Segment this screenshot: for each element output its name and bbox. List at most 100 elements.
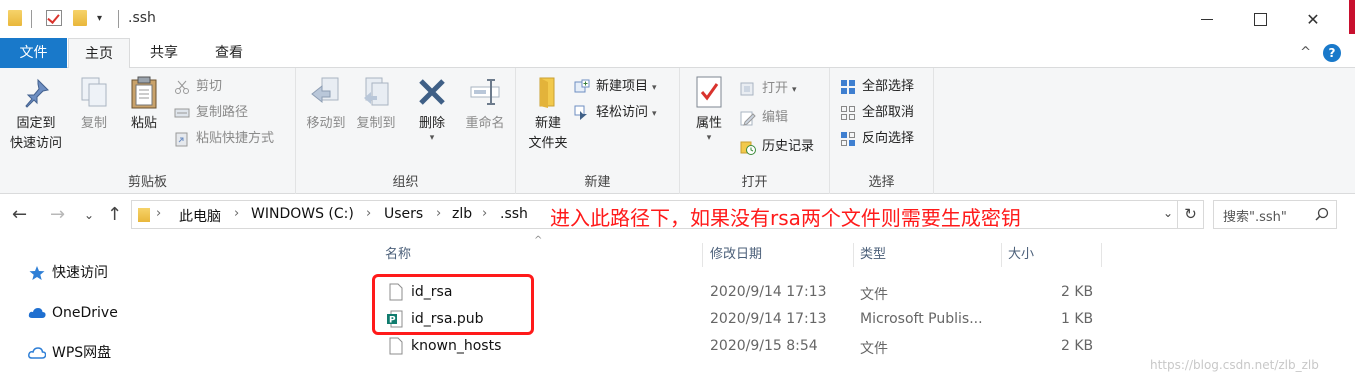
nav-label-onedrive: OneDrive bbox=[52, 305, 118, 321]
properties-button[interactable]: 属性 ▾ bbox=[686, 74, 732, 143]
nav-item-onedrive[interactable]: OneDrive bbox=[28, 302, 118, 324]
rename-button[interactable]: 重命名 bbox=[458, 74, 512, 134]
properties-check-icon[interactable] bbox=[46, 10, 62, 26]
copy-button[interactable]: 复制 bbox=[72, 74, 116, 134]
pin-label-line2: 快速访问 bbox=[9, 136, 62, 151]
red-highlight-box bbox=[372, 274, 534, 335]
file-size: 2 KB bbox=[1061, 284, 1094, 300]
title-bar: ▾ .ssh ✕ bbox=[0, 0, 1355, 38]
chevron-down-icon: ▾ bbox=[792, 85, 797, 95]
back-arrow-icon[interactable]: ← bbox=[12, 204, 27, 225]
file-icon bbox=[389, 337, 403, 355]
tab-home[interactable]: 主页 bbox=[68, 38, 130, 69]
select-all-label: 全部选择 bbox=[862, 79, 915, 94]
maximize-button[interactable] bbox=[1234, 0, 1286, 38]
file-type: 文件 bbox=[860, 287, 888, 303]
file-size: 2 KB bbox=[1061, 338, 1094, 354]
history-label: 历史记录 bbox=[762, 139, 815, 154]
column-header-size[interactable]: 大小 bbox=[1002, 243, 1102, 267]
breadcrumb-drive-c[interactable]: WINDOWS (C:) bbox=[251, 206, 354, 222]
help-icon[interactable]: ? bbox=[1323, 44, 1341, 62]
new-item-label: 新建项目 bbox=[596, 79, 649, 94]
breadcrumb-this-pc[interactable]: 此电脑 bbox=[179, 206, 221, 226]
breadcrumb-zlb[interactable]: zlb bbox=[452, 206, 472, 222]
paste-icon bbox=[126, 74, 162, 110]
wps-cloud-icon bbox=[28, 347, 46, 359]
nav-item-wps-drive[interactable]: WPS网盘 bbox=[28, 342, 111, 364]
pin-label-line1: 固定到 bbox=[16, 116, 56, 131]
properties-label: 属性 bbox=[695, 116, 722, 131]
group-label-clipboard: 剪贴板 bbox=[127, 175, 167, 190]
file-date: 2020/9/14 17:13 bbox=[710, 284, 827, 300]
forward-arrow-icon[interactable]: → bbox=[50, 204, 65, 225]
new-folder-button[interactable]: 新建 文件夹 bbox=[520, 74, 576, 154]
recent-locations-chevron-icon[interactable]: ⌄ bbox=[84, 208, 94, 222]
copy-path-label: 复制路径 bbox=[196, 105, 249, 120]
quick-access-dropdown-icon[interactable]: ▾ bbox=[97, 13, 102, 24]
breadcrumb-ssh[interactable]: .ssh bbox=[500, 206, 528, 222]
nav-label-wps-drive: WPS网盘 bbox=[52, 345, 112, 361]
select-all-icon bbox=[841, 80, 855, 94]
address-bar[interactable]: › 此电脑 › WINDOWS (C:) › Users › zlb › .ss… bbox=[131, 200, 1204, 230]
nav-item-quick-access[interactable]: 快速访问 bbox=[28, 262, 108, 284]
select-all-button[interactable]: 全部选择 bbox=[840, 76, 914, 98]
open-button[interactable]: 打开 ▾ bbox=[740, 78, 797, 100]
cut-button[interactable]: 剪切 bbox=[174, 76, 222, 98]
column-header-name[interactable]: 名称 bbox=[379, 243, 703, 267]
annotation-text: 进入此路径下，如果没有rsa两个文件则需要生成密钥 bbox=[550, 206, 1021, 230]
close-button[interactable]: ✕ bbox=[1287, 0, 1339, 38]
pin-to-quick-access-button[interactable]: 固定到 快速访问 bbox=[4, 74, 68, 154]
cut-label: 剪切 bbox=[196, 79, 223, 94]
copy-label: 复制 bbox=[80, 116, 107, 131]
table-row[interactable]: known_hosts 2020/9/15 8:54 文件 2 KB bbox=[381, 334, 1101, 360]
new-folder-label-line2: 文件夹 bbox=[528, 136, 568, 151]
refresh-icon[interactable]: ↻ bbox=[1177, 201, 1203, 228]
move-to-icon bbox=[308, 74, 344, 110]
rename-label: 重命名 bbox=[465, 116, 505, 131]
divider bbox=[31, 10, 32, 28]
ribbon-tabs: 文件 主页 共享 查看 ^ ? bbox=[0, 38, 1355, 69]
easy-access-button[interactable]: 轻松访问 ▾ bbox=[574, 102, 657, 124]
chevron-down-icon: ▾ bbox=[429, 133, 435, 143]
easy-access-icon bbox=[574, 105, 587, 120]
new-folder-label-line1: 新建 bbox=[534, 116, 561, 131]
paste-shortcut-icon bbox=[175, 132, 188, 147]
collapse-ribbon-icon[interactable]: ^ bbox=[1300, 45, 1311, 60]
search-input[interactable]: 搜索".ssh" bbox=[1213, 200, 1337, 229]
copy-path-icon bbox=[174, 108, 190, 118]
divider bbox=[118, 10, 119, 28]
paste-button[interactable]: 粘贴 bbox=[122, 74, 166, 134]
select-none-button[interactable]: 全部取消 bbox=[840, 102, 914, 124]
folder-icon bbox=[138, 208, 150, 222]
breadcrumb-users[interactable]: Users bbox=[384, 206, 423, 222]
navigation-pane: 快速访问 OneDrive WPS网盘 bbox=[0, 235, 365, 384]
address-dropdown-icon[interactable]: ⌄ bbox=[1163, 206, 1173, 220]
delete-label: 删除 bbox=[418, 116, 445, 131]
copy-path-button[interactable]: 复制路径 bbox=[174, 102, 248, 124]
history-button[interactable]: 历史记录 bbox=[740, 136, 814, 158]
move-to-button[interactable]: 移动到 bbox=[302, 74, 350, 134]
breadcrumb-separator: › bbox=[156, 206, 162, 221]
paste-shortcut-button[interactable]: 粘贴快捷方式 bbox=[174, 128, 274, 150]
tab-file[interactable]: 文件 bbox=[0, 38, 67, 68]
tab-share[interactable]: 共享 bbox=[134, 38, 194, 68]
file-date: 2020/9/15 8:54 bbox=[710, 338, 818, 354]
column-header-type[interactable]: 类型 bbox=[854, 243, 1002, 267]
copy-to-button[interactable]: 复制到 bbox=[352, 74, 400, 134]
new-folder-icon[interactable] bbox=[73, 10, 87, 26]
tab-view[interactable]: 查看 bbox=[198, 38, 260, 68]
delete-button[interactable]: 删除 ▾ bbox=[412, 74, 452, 143]
select-none-label: 全部取消 bbox=[862, 105, 915, 120]
column-header-date[interactable]: 修改日期 bbox=[704, 243, 854, 267]
breadcrumb-separator: › bbox=[482, 206, 488, 221]
breadcrumb-separator: › bbox=[436, 206, 442, 221]
search-icon bbox=[1315, 207, 1329, 221]
edit-button[interactable]: 编辑 bbox=[740, 107, 788, 129]
chevron-down-icon: ▾ bbox=[652, 83, 657, 93]
invert-selection-button[interactable]: 反向选择 bbox=[840, 128, 914, 150]
up-arrow-icon[interactable]: ↑ bbox=[107, 204, 122, 225]
group-organize: 移动到 复制到 删除 ▾ 重命名 组织 bbox=[296, 68, 516, 194]
minimize-button[interactable] bbox=[1181, 0, 1233, 38]
new-item-button[interactable]: 新建项目 ▾ bbox=[574, 76, 657, 98]
scissors-icon bbox=[175, 80, 189, 94]
